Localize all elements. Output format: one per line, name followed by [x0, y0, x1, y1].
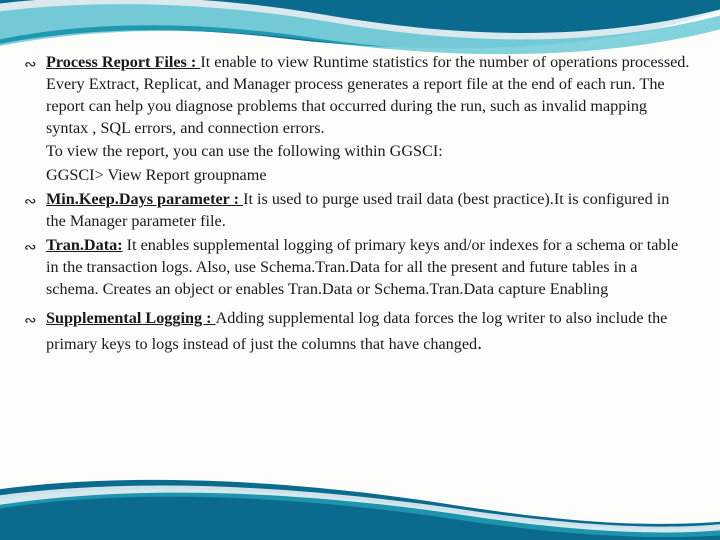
item-heading: Min.Keep.Days parameter :	[46, 190, 243, 208]
list-item: ∾ Tran.Data: It enables supplemental log…	[28, 235, 692, 301]
item-heading: Tran.Data:	[46, 236, 123, 254]
list-item: ∾ Min.Keep.Days parameter : It is used t…	[28, 189, 692, 233]
bullet-icon: ∾	[24, 238, 37, 258]
item-subline: GGSCI> View Report groupname	[28, 165, 692, 187]
list-item: ∾ Process Report Files : It enable to vi…	[28, 52, 692, 139]
item-subline: To view the report, you can use the foll…	[28, 141, 692, 163]
bullet-icon: ∾	[24, 55, 37, 75]
item-heading: Supplemental Logging :	[46, 309, 216, 327]
item-body: It enables supplemental logging of prima…	[46, 236, 678, 298]
trailing-dot: .	[477, 332, 482, 354]
item-heading: Process Report Files :	[46, 53, 200, 71]
bullet-icon: ∾	[24, 311, 37, 331]
slide-body: ∾ Process Report Files : It enable to vi…	[28, 52, 692, 359]
list-item: ∾ Supplemental Logging : Adding suppleme…	[28, 308, 692, 357]
bullet-icon: ∾	[24, 192, 37, 212]
